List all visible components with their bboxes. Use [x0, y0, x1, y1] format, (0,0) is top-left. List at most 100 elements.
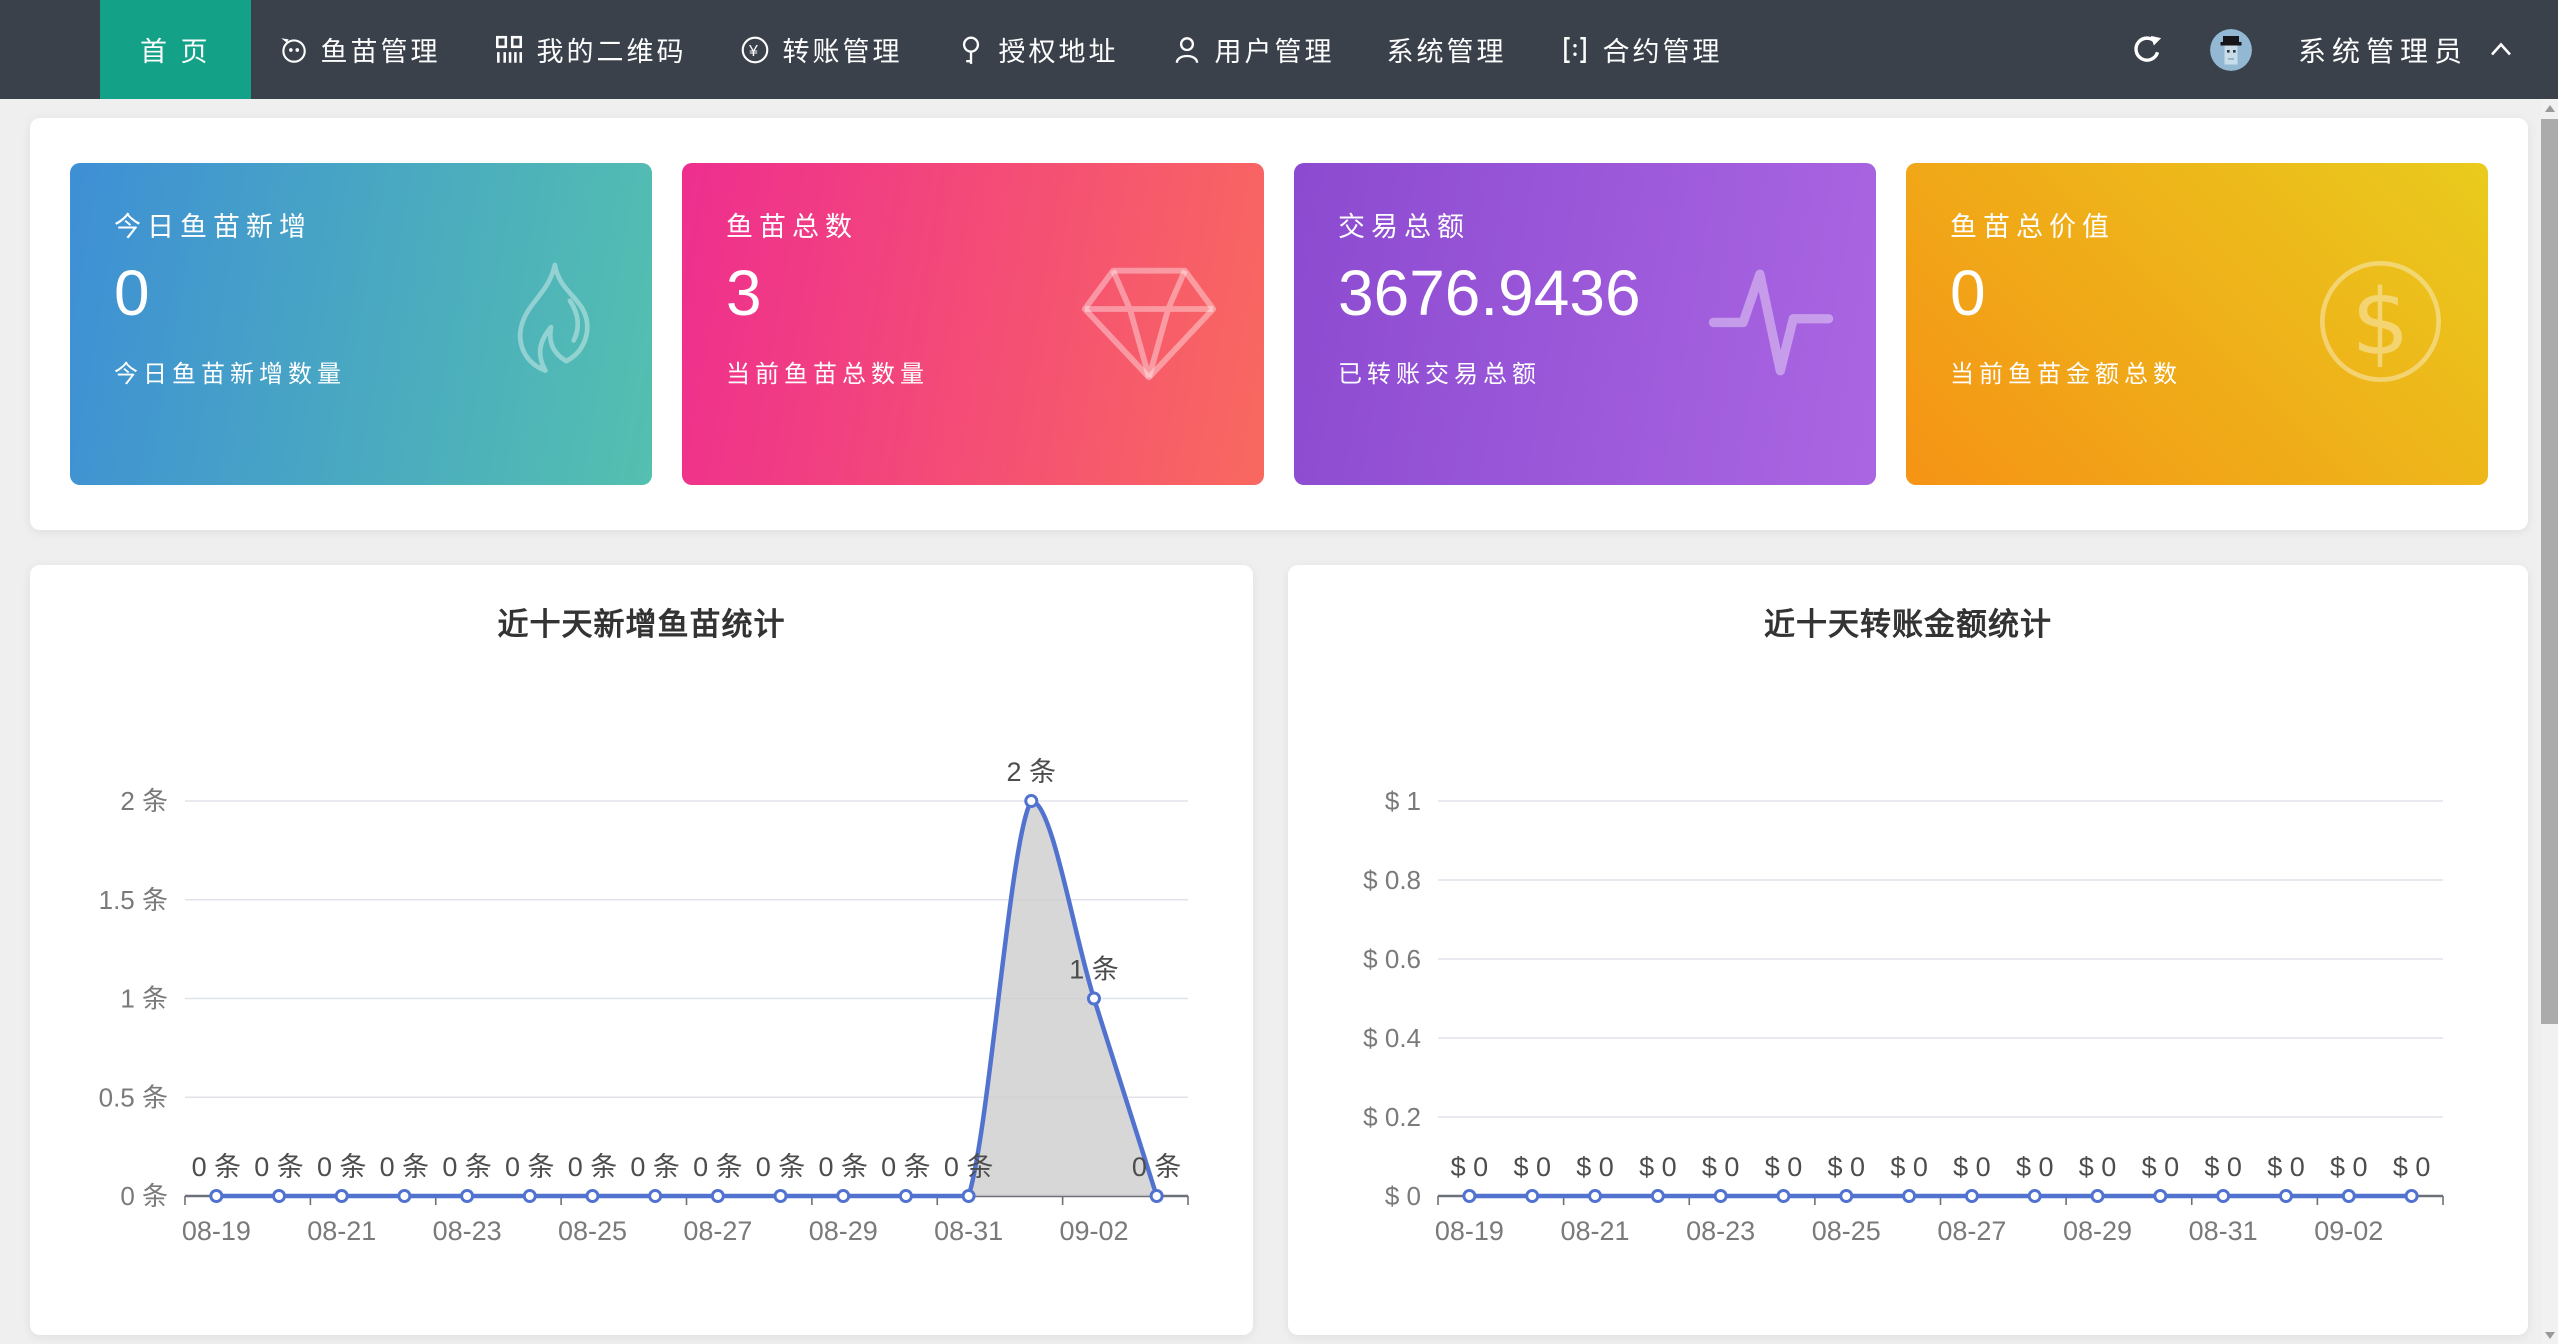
- svg-text:08-29: 08-29: [809, 1216, 878, 1246]
- svg-text:08-27: 08-27: [1937, 1216, 2006, 1246]
- svg-text:08-25: 08-25: [1812, 1216, 1881, 1246]
- svg-text:0.5 条: 0.5 条: [99, 1082, 168, 1112]
- svg-text:08-21: 08-21: [307, 1216, 376, 1246]
- line-chart-transfer-amount: $ 1$ 0.8$ 0.6$ 0.4$ 0.2$ 008-1908-2108-2…: [1288, 565, 2528, 1335]
- stat-card-2: 交易总额3676.9436已转账交易总额: [1294, 163, 1876, 485]
- diamond-icon: [1074, 258, 1224, 391]
- scrollbar-down-button[interactable]: [2541, 1326, 2558, 1344]
- svg-text:$: $: [2351, 269, 2409, 376]
- nav-item-0[interactable]: 首 页: [100, 0, 251, 99]
- svg-text:$ 0: $ 0: [2330, 1152, 2368, 1182]
- svg-text:$ 0: $ 0: [2016, 1152, 2054, 1182]
- nav-item-label: 系统管理: [1387, 30, 1507, 69]
- triangle-down-icon: [2545, 1332, 2555, 1339]
- stats-panel: 今日鱼苗新增0今日鱼苗新增数量鱼苗总数3当前鱼苗总数量交易总额3676.9436…: [30, 118, 2528, 530]
- flame-icon: [494, 256, 612, 393]
- fish-icon: [277, 34, 309, 66]
- svg-text:$ 0: $ 0: [1513, 1152, 1551, 1182]
- svg-text:$ 0: $ 0: [1451, 1152, 1489, 1182]
- svg-text:1 条: 1 条: [120, 984, 168, 1014]
- svg-text:$ 0: $ 0: [1576, 1152, 1614, 1182]
- main-menu: 首 页 鱼苗管理 我的二维码 ¥转账管理授权地址 用户管理 系统管理合约管理: [100, 0, 1749, 99]
- nav-item-6[interactable]: 系统管理: [1361, 0, 1533, 99]
- svg-text:0 条: 0 条: [568, 1152, 618, 1182]
- svg-text:0 条: 0 条: [254, 1152, 304, 1182]
- stat-card-title: 交易总额: [1338, 205, 1832, 244]
- svg-text:0 条: 0 条: [1132, 1152, 1182, 1182]
- svg-text:0 条: 0 条: [818, 1152, 868, 1182]
- svg-text:$ 0: $ 0: [1953, 1152, 1991, 1182]
- scrollbar-up-button[interactable]: [2541, 99, 2558, 117]
- nav-item-7[interactable]: 合约管理: [1533, 0, 1749, 99]
- svg-text:$ 0.4: $ 0.4: [1363, 1023, 1421, 1053]
- svg-text:08-31: 08-31: [934, 1216, 1003, 1246]
- svg-text:$ 0: $ 0: [1639, 1152, 1677, 1182]
- svg-text:09-02: 09-02: [1059, 1216, 1128, 1246]
- svg-text:08-19: 08-19: [1435, 1216, 1504, 1246]
- dollar-icon: $: [2313, 254, 2448, 394]
- svg-text:0 条: 0 条: [380, 1152, 430, 1182]
- svg-text:2 条: 2 条: [1007, 757, 1057, 787]
- contract-icon: [1559, 34, 1591, 66]
- refresh-icon[interactable]: [2130, 33, 2164, 67]
- chart-panel-new-fry: 近十天新增鱼苗统计 2 条1.5 条1 条0.5 条0 条08-1908-210…: [30, 565, 1253, 1335]
- nav-item-1[interactable]: 鱼苗管理: [251, 0, 467, 99]
- nav-item-2[interactable]: 我的二维码: [467, 0, 713, 99]
- line-chart-new-fry: 2 条1.5 条1 条0.5 条0 条08-1908-2108-2308-250…: [30, 565, 1253, 1335]
- qrcode-icon: [493, 34, 525, 66]
- nav-item-4[interactable]: 授权地址: [929, 0, 1145, 99]
- svg-text:$ 0: $ 0: [2204, 1152, 2242, 1182]
- svg-text:$ 0.6: $ 0.6: [1363, 944, 1421, 974]
- navbar-right-cluster: 系统管理员: [2130, 0, 2516, 99]
- svg-text:08-31: 08-31: [2189, 1216, 2258, 1246]
- svg-text:09-02: 09-02: [2314, 1216, 2383, 1246]
- svg-text:$ 0: $ 0: [1385, 1181, 1421, 1211]
- svg-text:08-21: 08-21: [1561, 1216, 1630, 1246]
- triangle-up-icon: [2545, 105, 2555, 112]
- svg-text:08-29: 08-29: [2063, 1216, 2132, 1246]
- nav-item-label: 首 页: [140, 30, 211, 69]
- svg-text:$ 0: $ 0: [1828, 1152, 1866, 1182]
- svg-text:08-23: 08-23: [1686, 1216, 1755, 1246]
- nav-item-3[interactable]: ¥转账管理: [713, 0, 929, 99]
- svg-text:0 条: 0 条: [442, 1152, 492, 1182]
- svg-text:0 条: 0 条: [944, 1152, 994, 1182]
- pin-icon: [955, 34, 987, 66]
- stat-card-0: 今日鱼苗新增0今日鱼苗新增数量: [70, 163, 652, 485]
- svg-text:08-19: 08-19: [182, 1216, 251, 1246]
- svg-text:08-25: 08-25: [558, 1216, 627, 1246]
- svg-text:0 条: 0 条: [630, 1152, 680, 1182]
- svg-text:0 条: 0 条: [693, 1152, 743, 1182]
- nav-item-label: 用户管理: [1215, 30, 1335, 69]
- vertical-scrollbar: [2541, 99, 2558, 1344]
- stat-card-title: 鱼苗总价值: [1950, 205, 2444, 244]
- svg-text:0 条: 0 条: [881, 1152, 931, 1182]
- svg-text:$ 0: $ 0: [2393, 1152, 2431, 1182]
- nav-item-label: 我的二维码: [537, 30, 687, 69]
- svg-text:0 条: 0 条: [505, 1152, 555, 1182]
- svg-text:$ 0.2: $ 0.2: [1363, 1102, 1421, 1132]
- chevron-up-icon: [2486, 35, 2516, 65]
- svg-text:$ 0: $ 0: [1765, 1152, 1803, 1182]
- svg-text:$ 1: $ 1: [1385, 786, 1421, 816]
- stat-card-title: 今日鱼苗新增: [114, 205, 608, 244]
- svg-text:1 条: 1 条: [1069, 955, 1119, 985]
- yen-icon: ¥: [739, 34, 771, 66]
- svg-text:0 条: 0 条: [756, 1152, 806, 1182]
- svg-text:1.5 条: 1.5 条: [99, 885, 168, 915]
- svg-text:0 条: 0 条: [317, 1152, 367, 1182]
- stat-card-title: 鱼苗总数: [726, 205, 1220, 244]
- scrollbar-thumb[interactable]: [2541, 119, 2558, 1024]
- nav-item-5[interactable]: 用户管理: [1145, 0, 1361, 99]
- stat-card-3: 鱼苗总价值0当前鱼苗金额总数$: [1906, 163, 2488, 485]
- top-navbar: 首 页 鱼苗管理 我的二维码 ¥转账管理授权地址 用户管理 系统管理合约管理 系统管理员: [0, 0, 2558, 99]
- svg-text:$ 0: $ 0: [1890, 1152, 1928, 1182]
- svg-text:¥: ¥: [747, 42, 760, 59]
- nav-item-label: 鱼苗管理: [321, 30, 441, 69]
- svg-text:2 条: 2 条: [120, 786, 168, 816]
- svg-text:08-27: 08-27: [683, 1216, 752, 1246]
- avatar[interactable]: [2210, 29, 2252, 71]
- svg-text:$ 0: $ 0: [1702, 1152, 1740, 1182]
- user-name: 系统管理员: [2298, 30, 2468, 70]
- user-menu[interactable]: 系统管理员: [2298, 30, 2516, 70]
